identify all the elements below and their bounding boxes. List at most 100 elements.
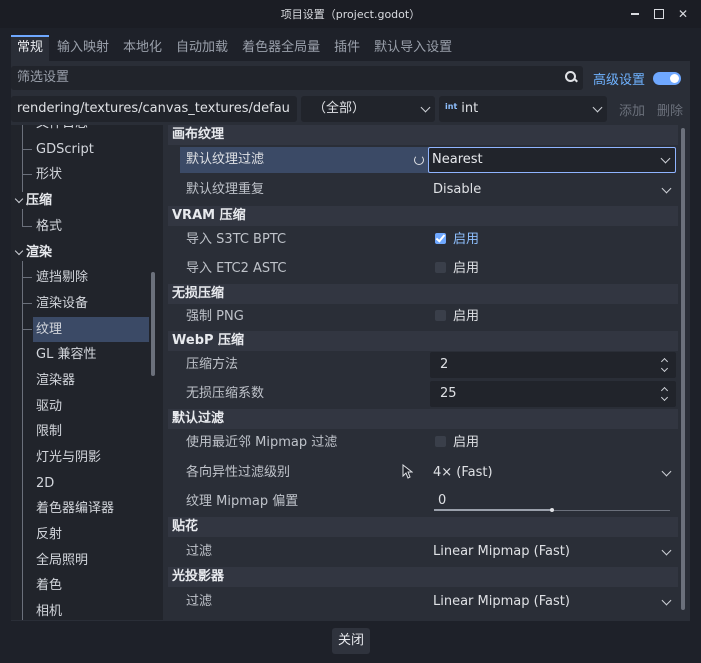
feature-select[interactable]: （全部）: [301, 96, 435, 122]
property-label: 默认纹理重复: [186, 182, 265, 197]
tab-import-defaults[interactable]: 默认导入设置: [368, 35, 458, 61]
property-label: 导入 ETC2 ASTC: [186, 261, 287, 276]
checkbox-field[interactable]: 启用: [430, 256, 676, 282]
section-header[interactable]: 无损压缩: [168, 284, 678, 304]
property-label: 过滤: [186, 594, 213, 609]
chevron-down-icon: [661, 595, 672, 606]
dropdown-value: 4× (Fast): [433, 465, 493, 480]
section-header[interactable]: VRAM 压缩: [168, 206, 678, 226]
property-label: 纹理 Mipmap 偏置: [186, 494, 299, 509]
tree-item-lights-and-shadows[interactable]: 灯光与阴影: [36, 445, 101, 470]
chevron-down-icon: [661, 183, 672, 194]
tree-item-renderer[interactable]: 渲染器: [36, 368, 75, 393]
checkbox-unchecked-icon[interactable]: [435, 262, 446, 273]
settings-tree: 文件日志 GDScript 形状 压缩 格式 渲染 遮挡剔除 渲染设备 纹理 G…: [11, 125, 163, 620]
tree-item-rendering[interactable]: 渲染: [26, 240, 52, 265]
type-select-value: int: [461, 101, 479, 116]
tree-item-shading[interactable]: 着色: [36, 573, 62, 598]
property-row: 强制 PNG 启用: [168, 304, 678, 330]
add-button[interactable]: 添加: [615, 100, 649, 119]
tab-general[interactable]: 常规: [11, 35, 50, 61]
section-header[interactable]: 贴花: [168, 517, 678, 537]
light-projector-filter-dropdown[interactable]: Linear Mipmap (Fast): [430, 589, 676, 615]
checkbox-field[interactable]: 启用: [430, 227, 676, 253]
property-path-row: rendering/textures/canvas_textures/defau…: [11, 96, 690, 122]
checkbox-unchecked-icon[interactable]: [435, 436, 446, 447]
tab-autoload[interactable]: 自动加载: [170, 35, 234, 61]
tree-item-occlusion-culling[interactable]: 遮挡剔除: [36, 265, 88, 290]
property-row: 压缩方法 2: [168, 352, 678, 378]
tree-guide: [22, 303, 32, 304]
tree-guide: [22, 149, 32, 150]
section-header[interactable]: WebP 压缩: [168, 331, 678, 351]
tree-item-driver[interactable]: 驱动: [36, 394, 62, 419]
checkbox-label: 启用: [453, 435, 480, 450]
tree-item-2d[interactable]: 2D: [36, 471, 54, 496]
tree-item-global-illumination[interactable]: 全局照明: [36, 548, 88, 573]
spinner-arrows-icon[interactable]: [662, 386, 668, 402]
checkbox-checked-icon[interactable]: [435, 233, 446, 244]
filter-settings-input[interactable]: 筛选设置: [11, 66, 583, 90]
anisotropic-level-dropdown[interactable]: 4× (Fast): [430, 460, 676, 486]
checkbox-field[interactable]: 启用: [430, 304, 676, 330]
tree-item-compression[interactable]: 压缩: [26, 188, 52, 213]
section-header[interactable]: 光投影器: [168, 567, 678, 587]
int-type-icon: int: [445, 102, 458, 111]
sidebar-scrollbar[interactable]: [151, 272, 155, 376]
texture-repeat-dropdown[interactable]: Disable: [430, 177, 676, 203]
lossless-factor-spinbox[interactable]: 25: [430, 381, 676, 407]
tree-item-formats[interactable]: 格式: [36, 214, 62, 239]
settings-tabs: 常规 输入映射 本地化 自动加载 着色器全局量 插件 默认导入设置: [11, 35, 460, 61]
chevron-down-icon[interactable]: [14, 194, 24, 204]
tree-item-gdscript[interactable]: GDScript: [36, 137, 94, 162]
tree-item-file-logging[interactable]: 文件日志: [36, 125, 88, 136]
spinner-arrows-icon[interactable]: [662, 357, 668, 373]
tree-item-reflections[interactable]: 反射: [36, 522, 62, 547]
chevron-down-icon[interactable]: [14, 246, 24, 256]
checkbox-field[interactable]: 启用: [430, 430, 676, 456]
mipmap-bias-slider[interactable]: 0: [430, 489, 676, 515]
tab-plugins[interactable]: 插件: [328, 35, 366, 61]
maximize-icon[interactable]: [647, 2, 671, 26]
delete-button[interactable]: 删除: [653, 100, 687, 119]
tree-item-rendering-device[interactable]: 渲染设备: [36, 291, 88, 316]
tree-item-gl-compatibility[interactable]: GL 兼容性: [36, 342, 96, 367]
tree-item-limits[interactable]: 限制: [36, 419, 62, 444]
close-button[interactable]: 关闭: [332, 628, 370, 654]
property-label: 默认纹理过滤: [180, 147, 429, 173]
property-label: 压缩方法: [186, 357, 239, 372]
dropdown-value: Linear Mipmap (Fast): [433, 594, 570, 609]
texture-filter-dropdown[interactable]: Nearest: [428, 147, 676, 173]
tree-guide: [22, 329, 32, 330]
spinbox-value: 2: [440, 357, 449, 372]
property-row: 过滤 Linear Mipmap (Fast): [168, 539, 678, 565]
checkbox-label: 启用: [453, 261, 480, 276]
advanced-settings-toggle[interactable]: [653, 71, 682, 85]
close-window-icon[interactable]: ✕: [671, 2, 695, 26]
tab-input-map[interactable]: 输入映射: [51, 35, 115, 61]
tree-item-textures[interactable]: 纹理: [33, 317, 149, 342]
tab-shader-globals[interactable]: 着色器全局量: [236, 35, 326, 61]
decal-filter-dropdown[interactable]: Linear Mipmap (Fast): [430, 539, 676, 565]
slider-handle[interactable]: [550, 508, 554, 512]
checkbox-label: 启用: [453, 232, 480, 247]
tab-localization[interactable]: 本地化: [117, 35, 168, 61]
property-path-input[interactable]: rendering/textures/canvas_textures/defau: [11, 96, 297, 122]
section-header[interactable]: 默认过滤: [168, 409, 678, 429]
property-label: 强制 PNG: [186, 309, 244, 324]
slider-fill: [434, 509, 552, 511]
tree-item-label: 纹理: [36, 322, 63, 337]
tree-item-shapes[interactable]: 形状: [36, 162, 62, 187]
compression-method-spinbox[interactable]: 2: [430, 352, 676, 378]
tree-item-shader-compiler[interactable]: 着色器编译器: [36, 496, 114, 521]
tree-item-camera[interactable]: 相机: [36, 599, 62, 620]
minimize-icon[interactable]: [623, 2, 647, 26]
checkbox-unchecked-icon[interactable]: [435, 310, 446, 321]
filter-placeholder: 筛选设置: [17, 70, 70, 85]
revert-icon[interactable]: [414, 155, 424, 165]
section-header[interactable]: 画布纹理: [168, 125, 678, 145]
inspector-scrollbar[interactable]: [681, 128, 685, 610]
property-label: 使用最近邻 Mipmap 过滤: [186, 435, 338, 450]
type-select[interactable]: int int: [439, 96, 607, 122]
advanced-settings-label[interactable]: 高级设置: [593, 69, 645, 88]
